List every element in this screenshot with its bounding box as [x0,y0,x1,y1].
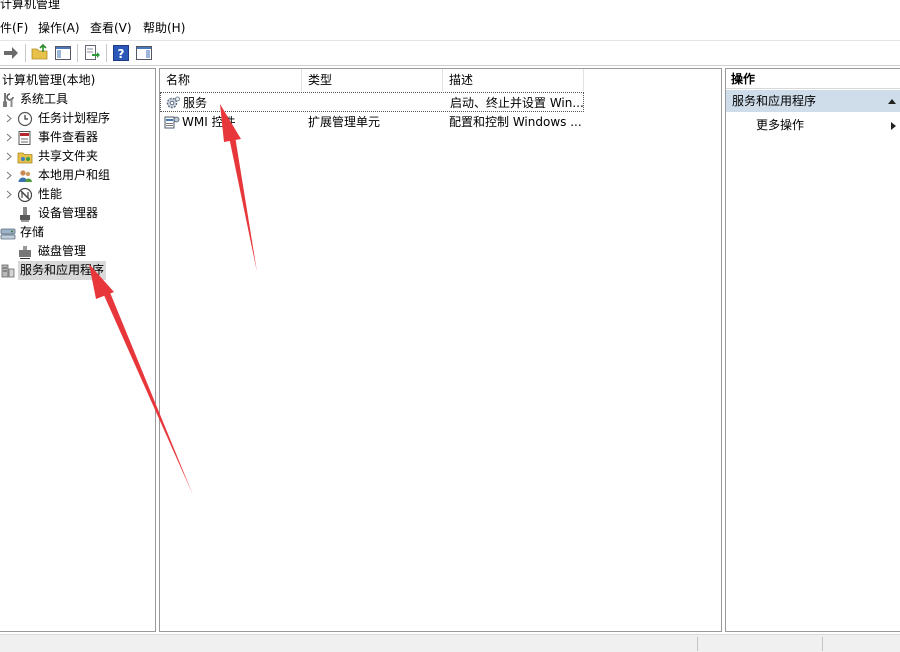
cell-name: 服务 [183,96,208,110]
status-bar [0,634,900,652]
console-tree-pane[interactable]: 计算机管理(本地) 系统工具 任务计划程序 事件查看器 共享文件夹 本地用户和组… [0,68,156,632]
event-viewer-icon [18,131,31,145]
forward-arrow-icon [4,47,18,59]
cell-description: 配置和控制 Windows ... [449,115,582,129]
more-actions-label: 更多操作 [756,118,805,132]
tree-item-label: 磁盘管理 [38,244,87,258]
tree-item-services-applications[interactable]: 服务和应用程序 [0,261,154,280]
list-view-pane[interactable]: 名称 类型 描述 服务 启动、终止并设置 Win... WMI 控件 扩展管理单… [159,68,722,632]
show-hide-action-pane-button[interactable] [135,44,153,62]
status-divider [697,637,698,651]
chevron-right-icon[interactable] [4,109,14,128]
menu-file[interactable]: 件(F) [0,20,28,36]
services-gear-icon [166,96,180,109]
tree-item-shared-folders[interactable]: 共享文件夹 [0,147,154,166]
svg-text:?: ? [118,47,125,61]
cell-name: WMI 控件 [182,115,236,129]
help-button[interactable]: ? [112,44,130,62]
export-list-button[interactable] [83,44,101,62]
submenu-arrow-icon [891,122,896,130]
tree-item-label: 共享文件夹 [38,149,99,163]
disk-icon [19,246,31,259]
toolbar: ? [0,40,900,66]
list-row-wmi-control[interactable]: WMI 控件 扩展管理单元 配置和控制 Windows ... [160,112,584,132]
clock-icon [17,111,33,127]
tree-root-label: 计算机管理(本地) [2,73,96,87]
maximize-icon [833,0,845,2]
performance-icon [17,187,33,203]
menu-view[interactable]: 查看(V) [90,20,132,36]
properties-pane-icon [136,46,152,60]
maximize-button[interactable] [816,0,862,12]
show-hide-tree-button[interactable] [54,44,72,62]
tree-item-performance[interactable]: 性能 [0,185,154,204]
chevron-right-icon[interactable] [4,185,14,204]
tree-item-event-viewer[interactable]: 事件查看器 [0,128,154,147]
cell-type: 扩展管理单元 [308,115,381,129]
actions-section-services-applications[interactable]: 服务和应用程序 [726,90,900,112]
tree-item-label: 本地用户和组 [38,168,111,182]
actions-pane: 操作 服务和应用程序 更多操作 [725,68,900,632]
more-actions-item[interactable]: 更多操作 [726,114,900,136]
menu-bar: 件(F) 操作(A) 查看(V) 帮助(H) [0,18,900,38]
device-manager-icon [20,207,30,222]
tree-item-label: 性能 [38,187,63,201]
minimize-icon [791,0,803,2]
tree-item-system-tools[interactable]: 系统工具 [0,90,154,109]
services-apps-icon [1,264,15,278]
close-icon [875,0,887,2]
minimize-button[interactable] [774,0,820,12]
tree-item-label: 系统工具 [20,92,69,106]
storage-icon [0,228,16,240]
column-header-description[interactable]: 描述 [443,69,584,91]
tree-item-label: 存储 [20,225,45,239]
tree-item-storage[interactable]: 存储 [0,223,154,242]
toolbar-separator [106,44,107,62]
up-one-level-button[interactable] [31,43,49,62]
chevron-right-icon[interactable] [4,128,14,147]
forward-button[interactable] [2,44,20,62]
help-icon: ? [113,45,129,61]
tree-item-disk-management[interactable]: 磁盘管理 [0,242,154,261]
chevron-right-icon[interactable] [4,166,14,185]
tree-item-task-scheduler[interactable]: 任务计划程序 [0,109,154,128]
shared-folder-icon [17,152,33,164]
actions-section-label: 服务和应用程序 [732,94,817,108]
column-header-type[interactable]: 类型 [302,69,443,91]
actions-header: 操作 [726,69,900,89]
column-header-name[interactable]: 名称 [160,69,302,91]
export-list-icon [85,45,100,60]
collapse-up-icon[interactable] [887,97,897,105]
close-button[interactable] [858,0,900,12]
computer-management-window: 计算机管理 件(F) 操作(A) 查看(V) 帮助(H) ? 计算机管理(本地)… [0,0,900,652]
status-divider [822,637,823,651]
tools-icon [3,93,14,107]
tree-item-device-manager[interactable]: 设备管理器 [0,204,154,223]
tree-item-local-users-groups[interactable]: 本地用户和组 [0,166,154,185]
tree-item-label: 任务计划程序 [38,111,111,125]
up-folder-icon [31,43,48,60]
tree-root[interactable]: 计算机管理(本地) [0,71,154,90]
tree-item-label: 事件查看器 [38,130,99,144]
show-hide-tree-icon [55,46,71,60]
toolbar-separator [77,44,78,62]
menu-help[interactable]: 帮助(H) [143,20,185,36]
chevron-right-icon[interactable] [4,147,14,166]
title-bar[interactable]: 计算机管理 [0,0,900,14]
cell-description: 启动、终止并设置 Win... [450,96,584,110]
window-title: 计算机管理 [0,0,61,11]
tree-item-label: 服务和应用程序 [18,261,107,280]
users-icon [18,170,32,182]
menu-action[interactable]: 操作(A) [38,20,80,36]
toolbar-separator [25,44,26,62]
tree-item-label: 设备管理器 [38,206,99,220]
wmi-control-icon [164,116,180,129]
list-row-services[interactable]: 服务 启动、终止并设置 Win... [160,92,584,112]
